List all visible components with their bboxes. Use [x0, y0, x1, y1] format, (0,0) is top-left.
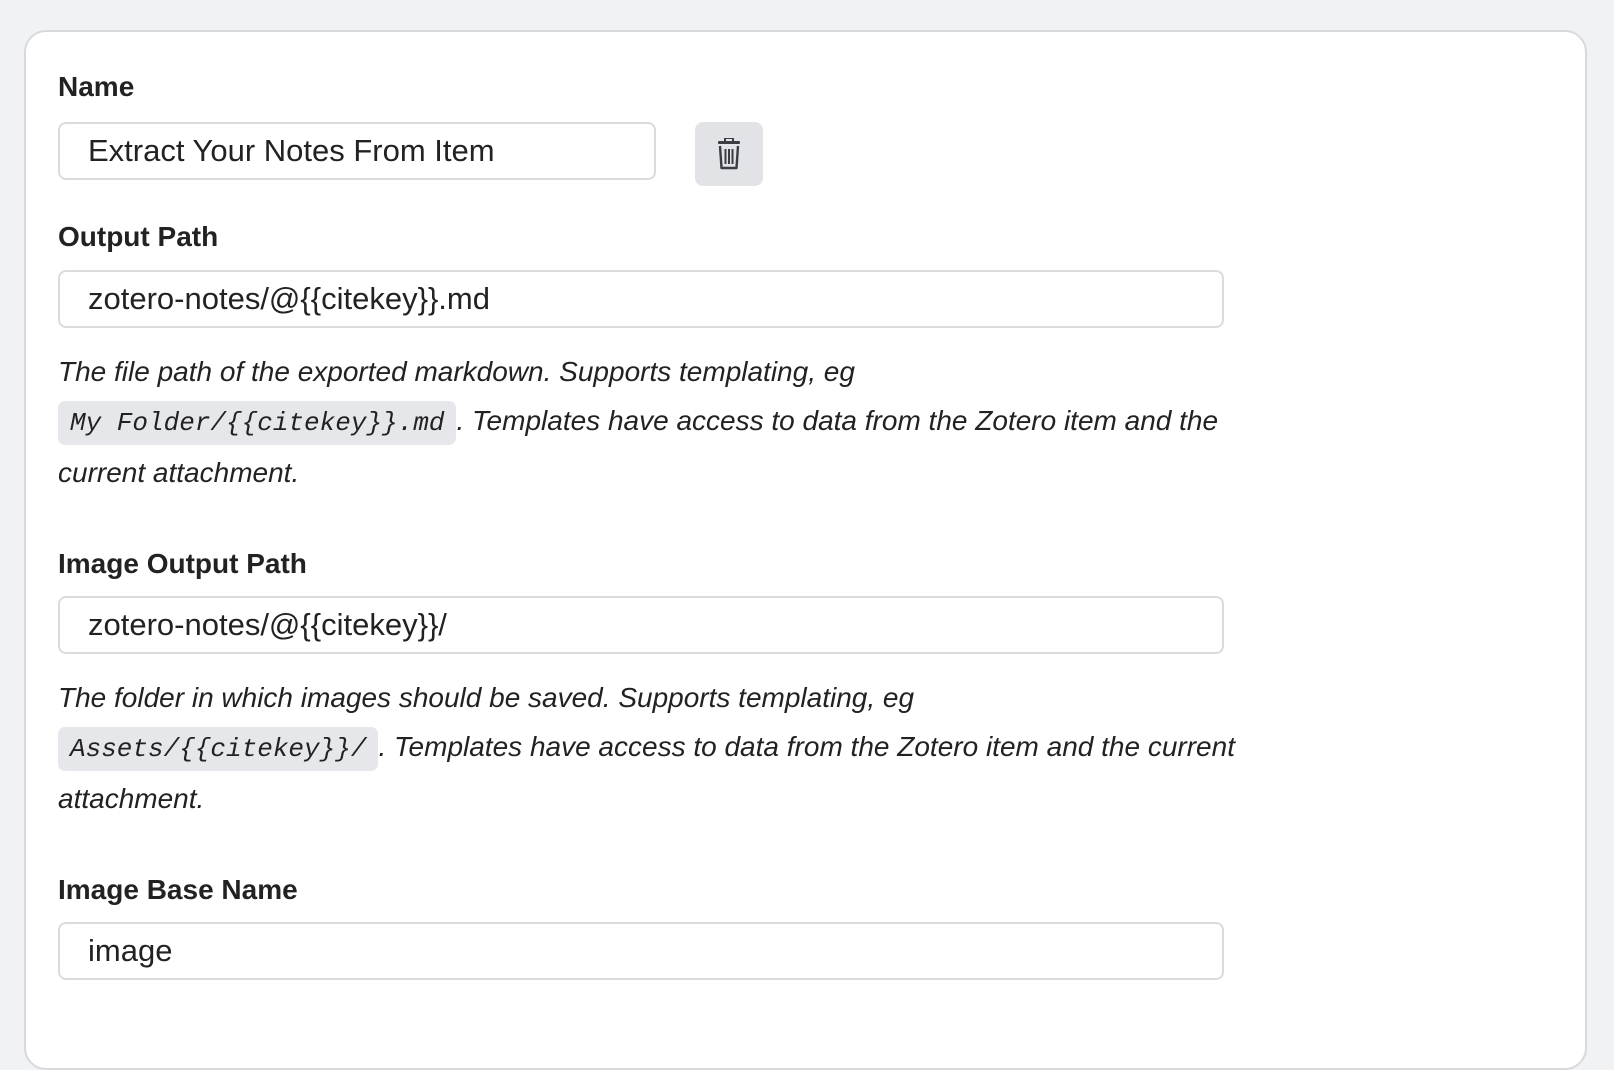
image-output-path-example-code: Assets/{{citekey}}/	[58, 727, 379, 771]
delete-button[interactable]	[695, 122, 763, 186]
output-path-input[interactable]	[58, 270, 1224, 328]
output-path-example-code: My Folder/{{citekey}}.md	[58, 401, 457, 445]
output-path-label: Output Path	[58, 221, 219, 252]
image-output-path-help: The folder in which images should be sav…	[58, 673, 1278, 823]
name-label: Name	[58, 71, 135, 102]
name-input[interactable]	[58, 122, 656, 180]
image-base-name-input[interactable]	[58, 922, 1224, 980]
output-path-help: The file path of the exported markdown. …	[58, 347, 1278, 497]
image-base-name-label: Image Base Name	[58, 874, 298, 905]
image-output-path-input[interactable]	[58, 596, 1224, 654]
trash-icon	[718, 138, 740, 170]
image-output-path-help-text: The folder in which images should be sav…	[58, 682, 915, 713]
output-path-help-text: The file path of the exported markdown. …	[58, 356, 855, 387]
image-output-path-label: Image Output Path	[58, 548, 307, 579]
settings-card: Name Output Path The file path of the ex…	[24, 30, 1587, 1070]
